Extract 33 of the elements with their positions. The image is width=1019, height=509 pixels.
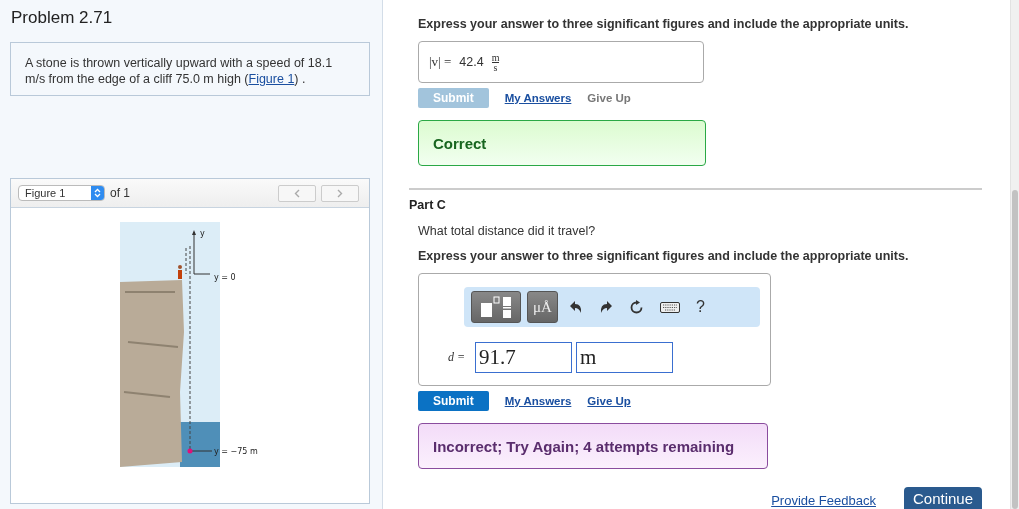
unit-input[interactable]: m xyxy=(576,342,673,373)
scrollbar[interactable] xyxy=(1010,0,1019,509)
templates-button[interactable] xyxy=(471,291,521,323)
chevron-right-icon xyxy=(337,188,343,198)
give-up-link[interactable]: Give Up xyxy=(587,395,631,407)
figure-select[interactable]: Figure 1 xyxy=(18,185,105,201)
submit-button[interactable]: Submit xyxy=(418,391,489,411)
unit-fraction: m s xyxy=(491,52,500,72)
continue-button[interactable]: Continue xyxy=(903,487,982,509)
variable-label: |v| = xyxy=(429,54,452,70)
chevron-left-icon xyxy=(294,188,300,198)
problem-title: Problem 2.71 xyxy=(11,8,114,28)
provide-feedback-link[interactable]: Provide Feedback xyxy=(771,493,876,508)
help-button[interactable]: ? xyxy=(690,298,710,316)
incorrect-feedback: Incorrect; Try Again; 4 attempts remaining xyxy=(418,423,768,469)
value-input[interactable]: 91.7 xyxy=(475,342,572,373)
units-button[interactable]: μÅ xyxy=(527,291,558,323)
figure-count: of 1 xyxy=(110,186,130,200)
axis-label: y = −75 m xyxy=(214,447,258,456)
my-answers-link[interactable]: My Answers xyxy=(504,92,572,104)
stepper-icon[interactable] xyxy=(91,186,104,200)
answer-value: 42.4 xyxy=(459,55,484,69)
instruction-text: Express your answer to three significant figures and include the appropriate units. xyxy=(418,249,909,263)
scrollbar-thumb[interactable] xyxy=(1012,190,1018,509)
my-answers-link[interactable]: My Answers xyxy=(504,395,572,407)
correct-feedback: Correct xyxy=(418,120,706,166)
instruction-text: Express your answer to three significant figures and include the appropriate units. xyxy=(418,17,909,31)
problem-statement: A stone is thrown vertically upward with a speed of 18.1 m/s from the edge of a cliff 75.0 m high (Figure 1) . xyxy=(25,55,334,87)
question-text: What total distance did it travel? xyxy=(418,224,596,238)
part-title: Part C xyxy=(409,198,447,212)
axis-label: y xyxy=(200,229,205,238)
variable-label: d = xyxy=(446,350,466,365)
axis-label: y = 0 xyxy=(214,273,236,282)
